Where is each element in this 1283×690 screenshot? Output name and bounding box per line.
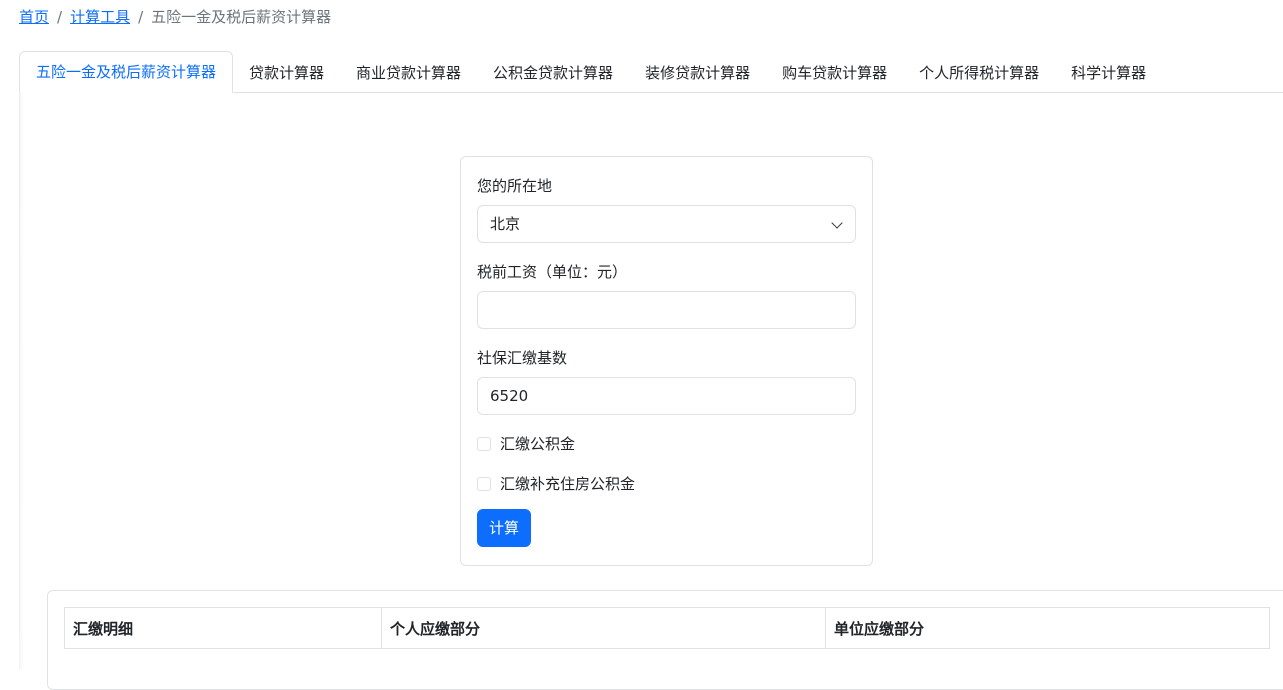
- base-input[interactable]: [477, 377, 856, 415]
- salary-input[interactable]: [477, 291, 856, 329]
- salary-label: 税前工资（单位：元）: [477, 263, 628, 281]
- tab-commercial-loan-calculator[interactable]: 商业贷款计算器: [340, 53, 477, 93]
- supplementary-fund-checkbox[interactable]: [477, 477, 491, 491]
- table-header-row: 汇缴明细 个人应缴部分 单位应缴部分: [64, 607, 1270, 649]
- tab-housing-fund-loan-calculator[interactable]: 公积金贷款计算器: [477, 53, 629, 93]
- housing-fund-checkbox-row[interactable]: 汇缴公积金: [477, 433, 856, 455]
- supplementary-fund-label: 汇缴补充住房公积金: [500, 475, 636, 493]
- breadcrumb-home-link[interactable]: 首页: [19, 6, 49, 28]
- tab-loan-calculator[interactable]: 贷款计算器: [233, 53, 340, 93]
- tab-renovation-loan-calculator[interactable]: 装修贷款计算器: [629, 53, 766, 93]
- tab-scientific-calculator[interactable]: 科学计算器: [1055, 53, 1162, 93]
- column-header-detail: 汇缴明细: [64, 607, 382, 649]
- calculate-button[interactable]: 计算: [477, 509, 532, 547]
- breadcrumb-current: 五险一金及税后薪资计算器: [151, 8, 332, 26]
- tab-panel-shadow: [20, 92, 24, 669]
- column-header-personal: 个人应缴部分: [381, 607, 826, 649]
- housing-fund-label: 汇缴公积金: [500, 435, 576, 453]
- base-label: 社保汇缴基数: [477, 349, 568, 367]
- breadcrumb-separator: /: [138, 8, 144, 26]
- tab-car-loan-calculator[interactable]: 购车贷款计算器: [766, 53, 903, 93]
- salary-form: 您的所在地 北京 税前工资（单位：元） 社保汇缴基数 汇缴公积金 汇缴补充住房公…: [460, 156, 873, 566]
- calculator-tabs: 五险一金及税后薪资计算器 贷款计算器 商业贷款计算器 公积金贷款计算器 装修贷款…: [19, 50, 1283, 93]
- location-label: 您的所在地: [477, 177, 553, 195]
- breadcrumb-separator: /: [57, 8, 63, 26]
- result-table: 汇缴明细 个人应缴部分 单位应缴部分: [64, 607, 1270, 649]
- location-selected-value: 北京: [490, 215, 521, 233]
- column-header-employer: 单位应缴部分: [825, 607, 1270, 649]
- supplementary-fund-checkbox-row[interactable]: 汇缴补充住房公积金: [477, 473, 856, 495]
- tab-income-tax-calculator[interactable]: 个人所得税计算器: [903, 53, 1055, 93]
- tab-social-insurance-calculator[interactable]: 五险一金及税后薪资计算器: [19, 51, 234, 93]
- chevron-down-icon: [831, 217, 843, 229]
- breadcrumb: 首页 / 计算工具 / 五险一金及税后薪资计算器: [19, 6, 331, 28]
- housing-fund-checkbox[interactable]: [477, 437, 491, 451]
- breadcrumb-tools-link[interactable]: 计算工具: [70, 6, 130, 28]
- location-select[interactable]: 北京: [477, 205, 856, 243]
